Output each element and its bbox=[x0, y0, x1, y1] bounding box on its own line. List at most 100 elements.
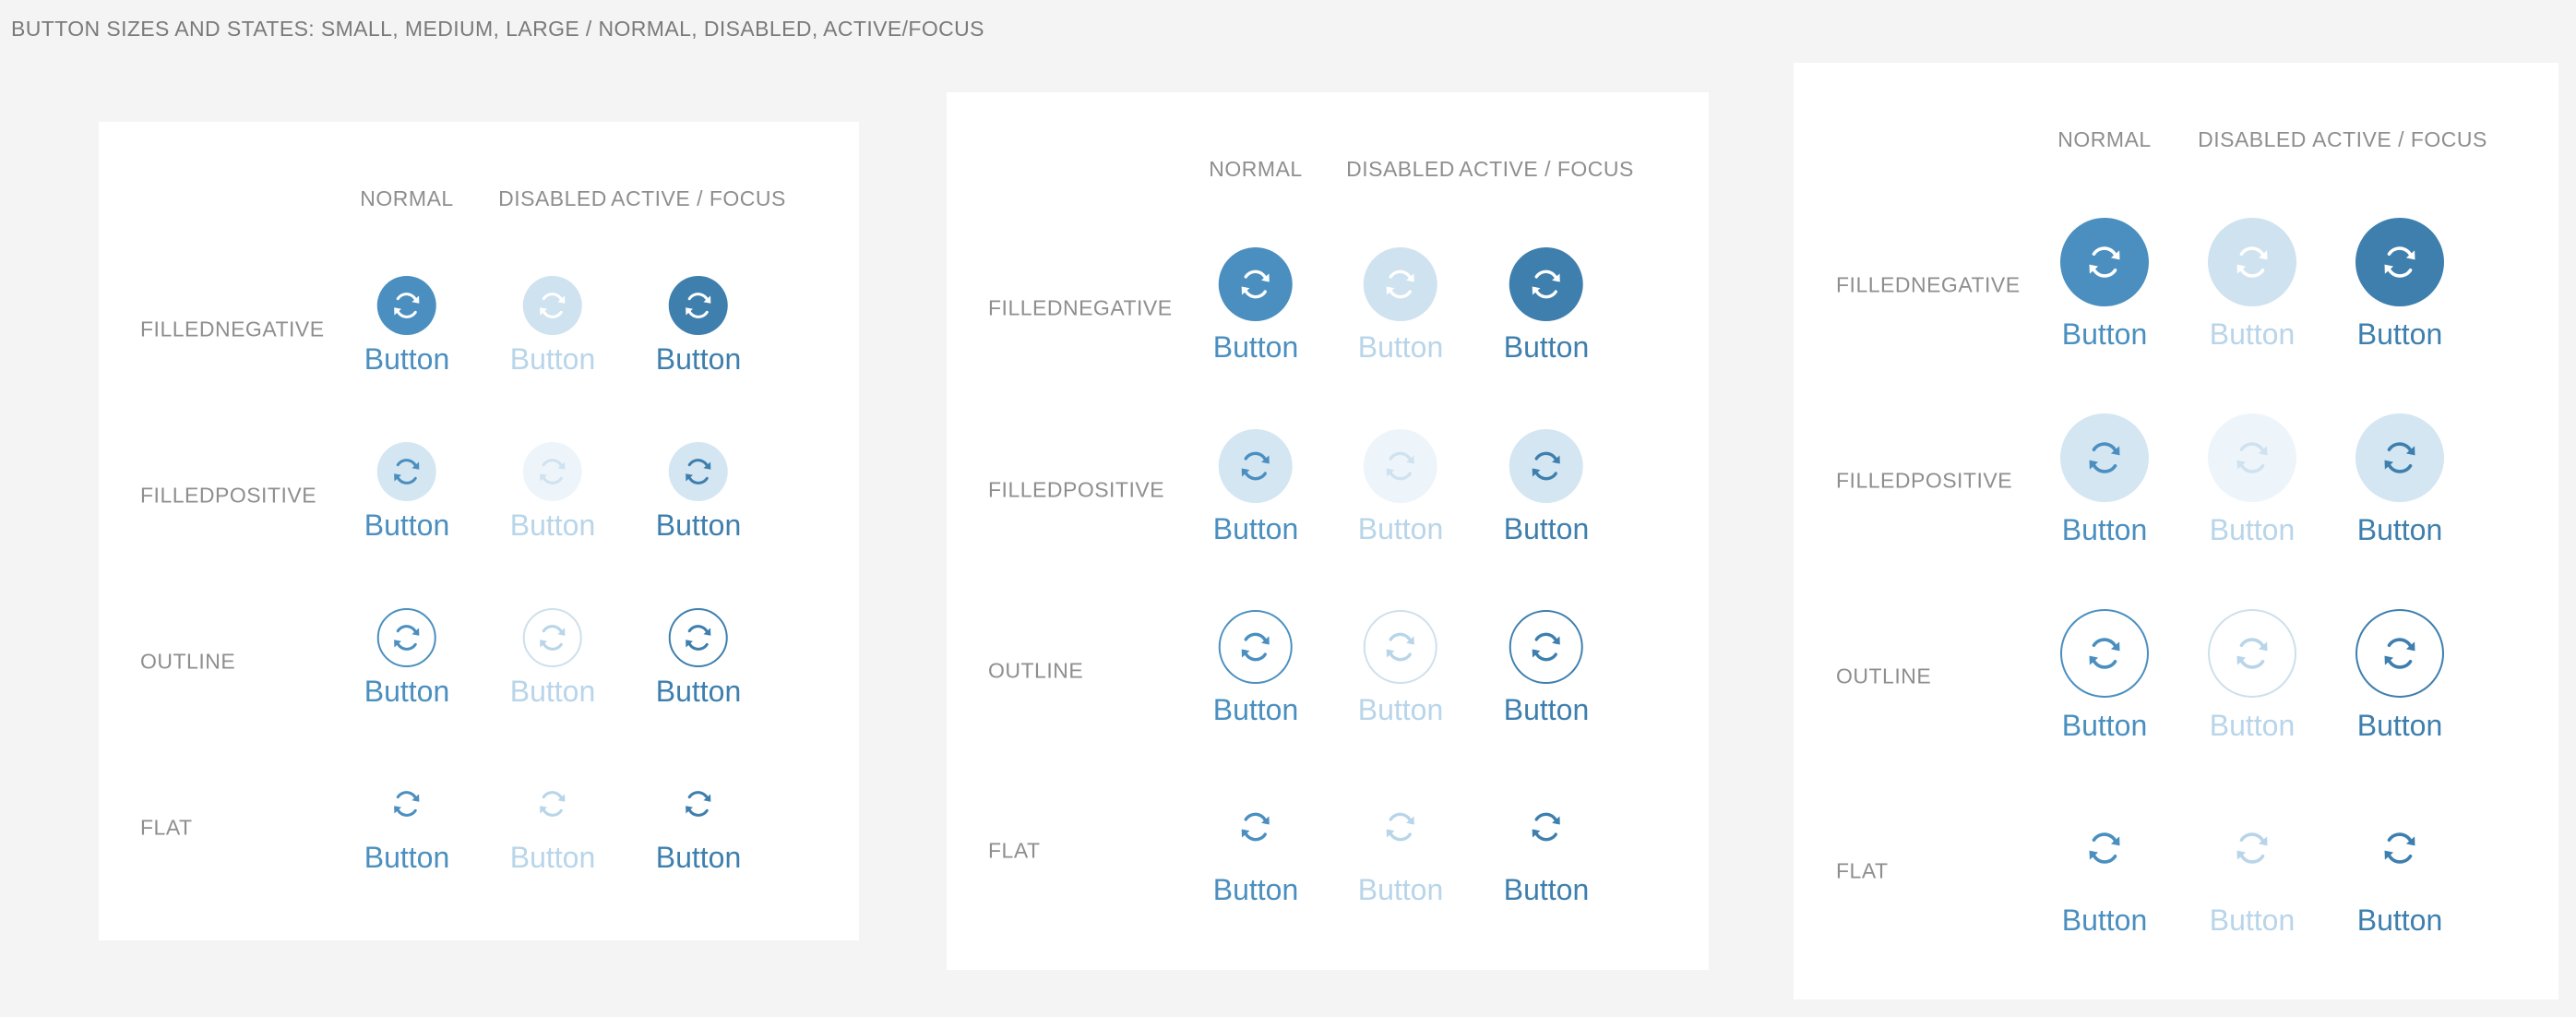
button-label: Button bbox=[2209, 317, 2296, 351]
button-outline-active-medium[interactable]: Button bbox=[1503, 610, 1590, 726]
button-circle bbox=[523, 774, 582, 833]
button-filled-negative-normal-large[interactable]: Button bbox=[2060, 218, 2149, 349]
button-filled-negative-active-medium[interactable]: Button bbox=[1504, 247, 1589, 362]
refresh-icon bbox=[394, 459, 420, 485]
row-label-outline-medium: OUTLINE bbox=[988, 658, 1084, 683]
refresh-icon bbox=[540, 625, 566, 651]
button-label: Button bbox=[1212, 693, 1299, 726]
row-label-filled-negative-small: FILLEDNEGATIVE bbox=[140, 317, 325, 341]
button-circle bbox=[376, 608, 436, 667]
button-label: Button bbox=[2209, 709, 2296, 742]
button-filled-negative-normal-small[interactable]: Button bbox=[364, 276, 450, 376]
button-label: Button bbox=[1503, 512, 1590, 545]
button-filled-positive-normal-large[interactable]: Button bbox=[2060, 413, 2149, 544]
button-label: Button bbox=[364, 508, 450, 542]
column-header-disabled-small: DISABLED bbox=[498, 186, 607, 210]
button-outline-active-small[interactable]: Button bbox=[656, 608, 741, 706]
button-circle bbox=[1509, 429, 1583, 503]
button-label: Button bbox=[1212, 330, 1299, 364]
button-circle bbox=[1363, 247, 1437, 321]
button-filled-positive-disabled-large: Button bbox=[2208, 413, 2296, 544]
button-filled-negative-active-small[interactable]: Button bbox=[656, 276, 741, 374]
button-circle bbox=[2355, 804, 2444, 892]
button-label: Button bbox=[364, 675, 450, 708]
refresh-icon bbox=[2236, 246, 2268, 278]
button-filled-positive-normal-small[interactable]: Button bbox=[364, 442, 450, 542]
button-outline-normal-small[interactable]: Button bbox=[364, 608, 450, 708]
button-filled-negative-normal-medium[interactable]: Button bbox=[1212, 247, 1299, 364]
column-header-normal-medium: NORMAL bbox=[1209, 157, 1303, 181]
refresh-icon bbox=[1532, 451, 1561, 481]
button-label: Button bbox=[1357, 873, 1444, 906]
refresh-icon bbox=[2384, 638, 2415, 669]
button-outline-normal-large[interactable]: Button bbox=[2060, 609, 2149, 740]
button-circle bbox=[2355, 218, 2444, 306]
button-flat-disabled-medium: Button bbox=[1357, 790, 1444, 906]
button-label: Button bbox=[1503, 693, 1590, 726]
row-label-filled-positive-large: FILLEDPOSITIVE bbox=[1836, 468, 2013, 493]
button-label: Button bbox=[364, 342, 450, 376]
button-label: Button bbox=[2061, 317, 2148, 351]
button-label: Button bbox=[364, 841, 450, 874]
button-flat-normal-medium[interactable]: Button bbox=[1213, 790, 1298, 904]
panel-small bbox=[99, 122, 859, 940]
refresh-icon bbox=[2384, 832, 2415, 864]
row-label-filled-positive-medium: FILLEDPOSITIVE bbox=[988, 477, 1165, 502]
button-label: Button bbox=[2061, 709, 2148, 742]
refresh-icon bbox=[1241, 812, 1270, 842]
refresh-icon bbox=[1386, 269, 1415, 299]
button-circle bbox=[1219, 790, 1293, 864]
button-circle bbox=[1363, 610, 1437, 684]
button-circle bbox=[1218, 247, 1293, 321]
refresh-icon bbox=[1386, 812, 1415, 842]
refresh-icon bbox=[2236, 442, 2268, 473]
button-label: Button bbox=[2356, 903, 2443, 937]
button-circle bbox=[522, 276, 582, 335]
button-label: Button bbox=[1357, 693, 1444, 726]
row-label-filled-negative-medium: FILLEDNEGATIVE bbox=[988, 295, 1173, 320]
button-flat-active-large[interactable]: Button bbox=[2355, 804, 2444, 935]
button-flat-normal-large[interactable]: Button bbox=[2060, 804, 2149, 935]
button-circle bbox=[1509, 610, 1583, 684]
button-outline-active-large[interactable]: Button bbox=[2355, 609, 2444, 740]
button-outline-disabled-large: Button bbox=[2208, 609, 2296, 740]
button-label: Button bbox=[655, 841, 742, 874]
column-header-normal-large: NORMAL bbox=[2057, 127, 2152, 151]
button-outline-disabled-medium: Button bbox=[1357, 610, 1444, 726]
refresh-icon bbox=[2089, 832, 2120, 864]
button-flat-normal-small[interactable]: Button bbox=[364, 774, 450, 874]
button-label: Button bbox=[509, 342, 596, 376]
button-flat-active-medium[interactable]: Button bbox=[1504, 790, 1589, 904]
refresh-icon bbox=[1386, 632, 1415, 662]
refresh-icon bbox=[1386, 451, 1415, 481]
button-label: Button bbox=[509, 675, 596, 708]
button-circle bbox=[668, 608, 728, 667]
button-label: Button bbox=[2061, 513, 2148, 546]
button-circle bbox=[1218, 429, 1293, 503]
row-label-filled-negative-large: FILLEDNEGATIVE bbox=[1836, 272, 2021, 297]
button-label: Button bbox=[2209, 903, 2296, 937]
button-outline-disabled-small: Button bbox=[509, 608, 596, 708]
button-outline-normal-medium[interactable]: Button bbox=[1212, 610, 1299, 726]
refresh-icon bbox=[1532, 269, 1561, 299]
refresh-icon bbox=[2236, 638, 2268, 669]
button-filled-positive-active-medium[interactable]: Button bbox=[1503, 429, 1590, 545]
refresh-icon bbox=[686, 625, 711, 651]
button-label: Button bbox=[509, 508, 596, 542]
button-circle bbox=[1509, 247, 1583, 321]
button-filled-positive-disabled-medium: Button bbox=[1358, 429, 1443, 544]
button-flat-active-small[interactable]: Button bbox=[655, 774, 742, 874]
button-filled-positive-active-small[interactable]: Button bbox=[656, 442, 741, 540]
button-circle bbox=[668, 442, 728, 501]
refresh-icon bbox=[540, 293, 566, 318]
button-circle bbox=[2060, 609, 2149, 698]
button-circle bbox=[669, 774, 728, 833]
button-circle bbox=[2060, 804, 2149, 892]
button-circle bbox=[2060, 218, 2149, 306]
button-filled-positive-active-large[interactable]: Button bbox=[2355, 413, 2444, 544]
button-filled-negative-active-large[interactable]: Button bbox=[2355, 218, 2444, 349]
column-header-disabled-medium: DISABLED bbox=[1346, 157, 1455, 181]
button-circle bbox=[2355, 609, 2444, 698]
row-label-outline-small: OUTLINE bbox=[140, 649, 236, 674]
button-filled-positive-normal-medium[interactable]: Button bbox=[1213, 429, 1298, 544]
